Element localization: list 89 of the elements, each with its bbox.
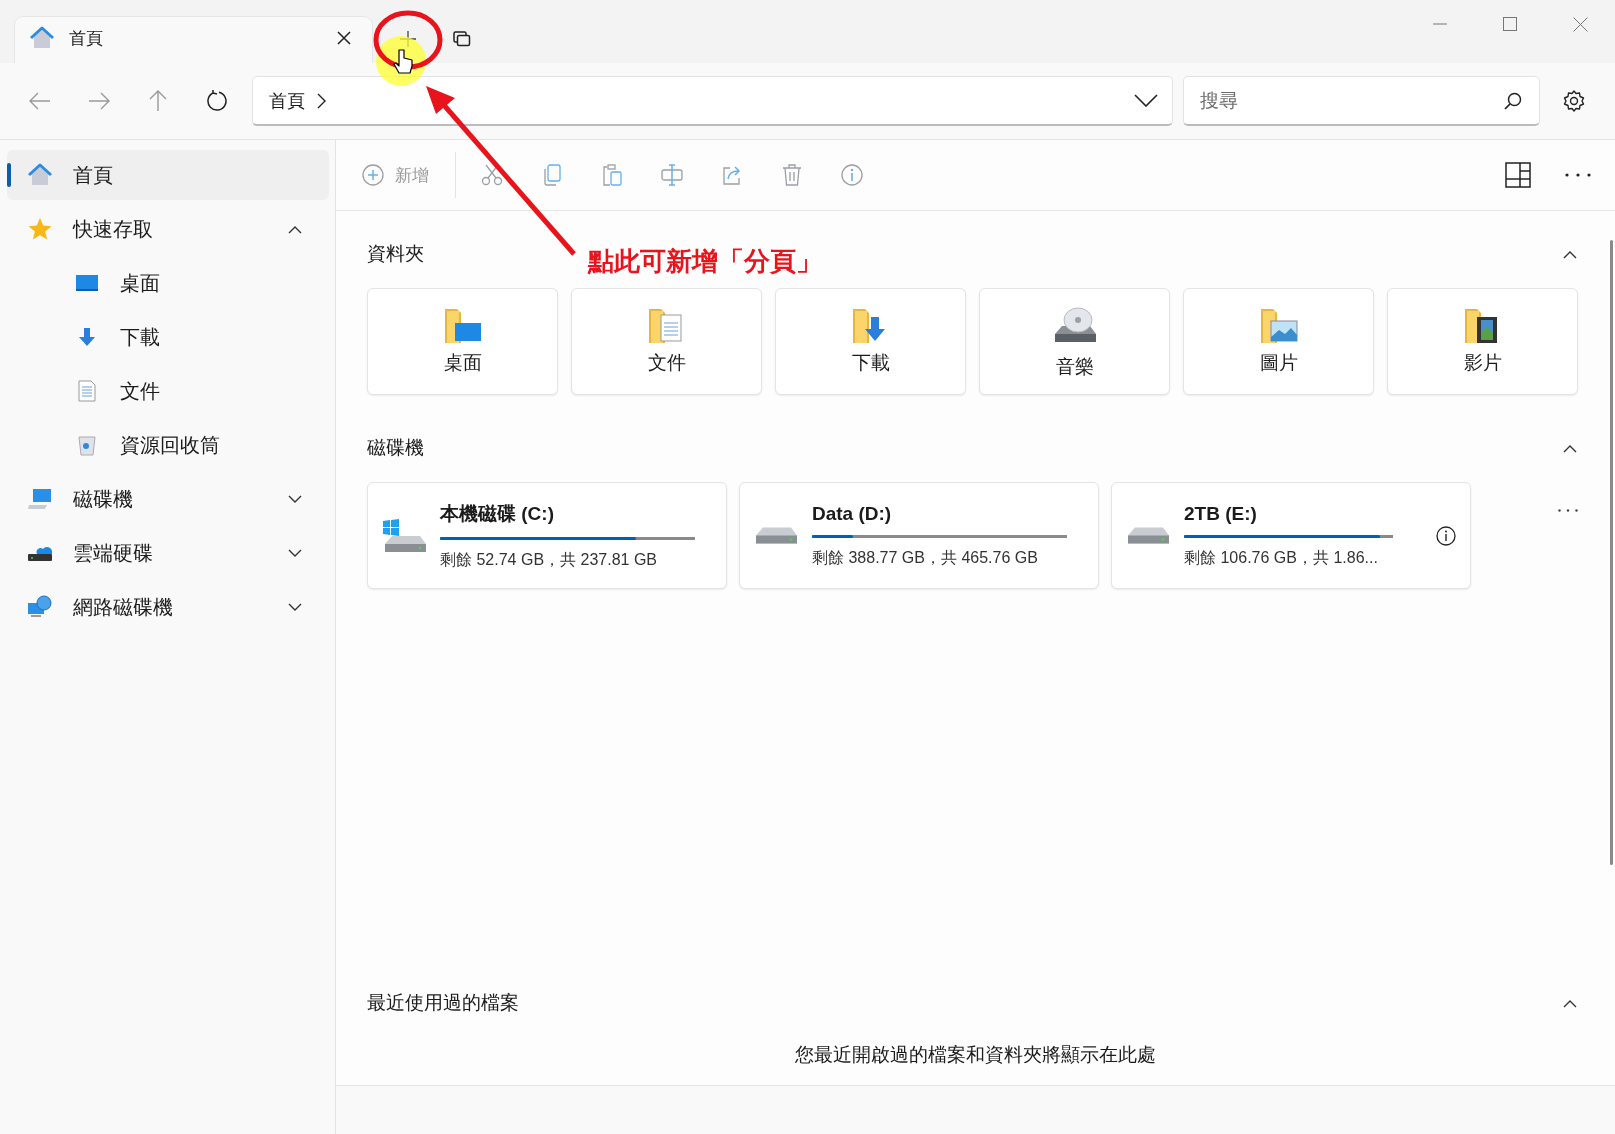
chevron-up-icon[interactable] <box>1563 249 1577 259</box>
drive-space-text: 剩餘 52.74 GB，共 237.81 GB <box>440 549 658 570</box>
scrollbar[interactable] <box>1610 240 1613 865</box>
chevron-right-icon <box>317 92 326 109</box>
folder-label: 文件 <box>647 350 686 375</box>
more-icon <box>1558 508 1578 512</box>
drive-tile[interactable]: 2TB (E:) 剩餘 106.76 GB，共 1.86... <box>1111 482 1471 589</box>
windows-drive-icon <box>382 517 428 554</box>
settings-icon <box>1563 90 1585 112</box>
sidebar-item[interactable]: 網路磁碟機 <box>7 582 329 632</box>
computer-icon <box>27 488 53 510</box>
more-icon <box>1565 173 1591 177</box>
network-drive-icon <box>27 595 53 619</box>
folder-tile[interactable]: 文件 <box>571 288 762 395</box>
section-heading: 最近使用過的檔案 <box>367 991 519 1015</box>
section-heading: 磁碟機 <box>367 436 424 460</box>
desktop-folder-icon <box>443 307 482 344</box>
home-icon <box>29 26 55 50</box>
drive-space-text: 剩餘 106.76 GB，共 1.86... <box>1184 547 1379 568</box>
rename-icon <box>661 164 683 186</box>
sidebar-item[interactable]: 雲端硬碟 <box>7 528 329 578</box>
tab[interactable]: 首頁 <box>14 16 373 63</box>
section-heading: 資料夾 <box>367 242 424 266</box>
minimize-icon <box>1433 23 1447 25</box>
chevron-down-icon[interactable] <box>288 602 302 612</box>
right-arrow-icon <box>88 92 110 110</box>
highlight-circle <box>373 10 443 70</box>
chevron-up-icon[interactable] <box>288 224 302 234</box>
hard-drive-icon <box>756 527 798 544</box>
sidebar-item[interactable]: 下載 <box>7 312 329 362</box>
scissors-icon <box>481 164 503 186</box>
pictures-folder-icon <box>1259 307 1298 344</box>
home-icon <box>27 163 53 187</box>
refresh-icon <box>206 90 228 112</box>
stacked-windows-icon <box>453 31 471 47</box>
close-icon <box>337 31 351 45</box>
drive-tile[interactable]: Data (D:) 剩餘 388.77 GB，共 465.76 GB <box>739 482 1099 589</box>
sidebar-item[interactable]: 桌面 <box>7 258 329 308</box>
search-field[interactable]: 搜尋 <box>1183 76 1540 126</box>
folder-tile[interactable]: 影片 <box>1387 288 1578 395</box>
recycle-bin-icon <box>77 434 97 456</box>
sidebar-item[interactable]: 快速存取 <box>7 204 329 254</box>
address-bar[interactable]: 首頁 <box>252 76 1173 126</box>
drive-space-text: 剩餘 388.77 GB，共 465.76 GB <box>812 547 1039 568</box>
folder-tile[interactable]: 圖片 <box>1183 288 1374 395</box>
info-icon[interactable] <box>1436 525 1456 546</box>
annotation-label: 點此可新增「分頁」 <box>588 245 822 278</box>
dropdown-chevron-icon[interactable] <box>1134 94 1158 107</box>
sidebar-item[interactable]: 資源回收筒 <box>7 420 329 470</box>
search-icon <box>1504 92 1522 110</box>
left-arrow-icon <box>29 92 51 110</box>
clipboard-icon <box>602 164 622 186</box>
drive-name: Data (D:) <box>812 502 893 525</box>
selection-indicator <box>7 163 11 187</box>
drive-name: 本機磁碟 (C:) <box>440 501 555 526</box>
chevron-up-icon[interactable] <box>1563 998 1577 1008</box>
layout-icon <box>1505 162 1531 188</box>
up-arrow-icon <box>149 90 167 112</box>
document-icon <box>78 380 96 402</box>
star-icon <box>27 217 53 241</box>
folder-tile[interactable]: 桌面 <box>367 288 558 395</box>
trash-icon <box>782 164 802 186</box>
maximize-icon <box>1503 17 1517 31</box>
folder-label: 下載 <box>851 350 890 375</box>
plus-circle-icon <box>362 164 384 186</box>
breadcrumb[interactable]: 首頁 <box>267 84 328 117</box>
desktop-icon <box>75 274 99 292</box>
empty-message: 您最近開啟過的檔案和資料夾將顯示在此處 <box>794 1043 1156 1067</box>
copy-icon <box>543 164 561 186</box>
hard-drive-icon <box>1128 527 1170 544</box>
chevron-down-icon[interactable] <box>288 494 302 504</box>
folder-label: 桌面 <box>443 350 482 375</box>
info-icon <box>841 164 863 186</box>
sidebar-item[interactable]: 首頁 <box>7 150 329 200</box>
folder-label: 音樂 <box>1055 354 1094 379</box>
share-icon <box>721 164 743 186</box>
chevron-up-icon[interactable] <box>1563 443 1577 453</box>
folder-tile[interactable]: 音樂 <box>979 288 1170 395</box>
folder-label: 影片 <box>1463 350 1502 375</box>
sidebar-item[interactable]: 文件 <box>7 366 329 416</box>
hand-cursor-icon <box>393 49 413 74</box>
drive-tile[interactable]: 本機磁碟 (C:) 剩餘 52.74 GB，共 237.81 GB <box>367 482 727 589</box>
folder-tile[interactable]: 下載 <box>775 288 966 395</box>
chevron-down-icon[interactable] <box>288 548 302 558</box>
close-icon <box>1572 16 1588 32</box>
folder-label: 圖片 <box>1259 350 1298 375</box>
drive-name: 2TB (E:) <box>1184 502 1258 525</box>
sidebar-item[interactable]: 磁碟機 <box>7 474 329 524</box>
download-arrow-icon <box>77 327 97 347</box>
